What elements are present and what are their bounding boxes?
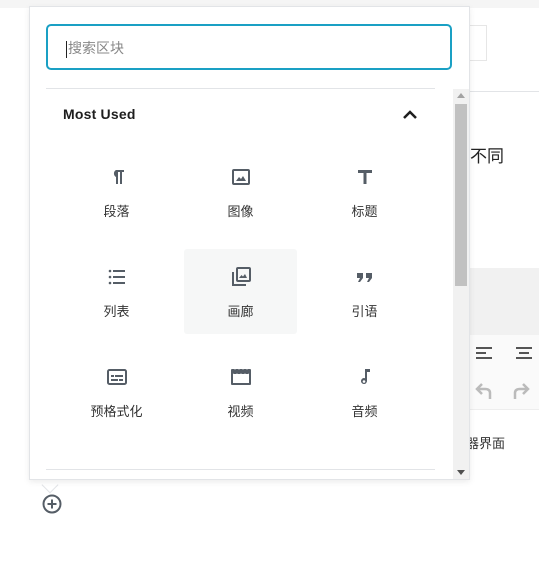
block-item-image[interactable]: 图像 [184, 149, 297, 234]
block-item-gallery[interactable]: 画廊 [184, 249, 297, 334]
block-item-label: 引语 [351, 305, 378, 320]
block-item-label: 列表 [103, 305, 130, 320]
block-item-label: 段落 [103, 205, 130, 220]
editor-text: 不同 [470, 147, 504, 167]
align-left-icon[interactable] [474, 345, 494, 363]
block-item-list[interactable]: 列表 [60, 249, 173, 334]
editor-text: 器界面 [466, 437, 506, 452]
divider [46, 88, 435, 89]
text-cursor [66, 40, 67, 58]
image-icon [232, 169, 250, 185]
quote-icon [357, 273, 372, 282]
block-item-label: 画廊 [227, 305, 254, 320]
redo-icon[interactable] [511, 381, 531, 401]
list-icon [108, 269, 125, 285]
scrollbar[interactable] [453, 89, 469, 479]
add-block-plus-icon[interactable] [41, 493, 63, 515]
block-item-paragraph[interactable]: 段落 [60, 149, 173, 234]
editor-toolbar [469, 335, 539, 410]
block-item-preformatted[interactable]: 预格式化 [60, 349, 173, 434]
block-item-label: 音频 [351, 405, 378, 420]
block-item-video[interactable]: 视频 [184, 349, 297, 434]
block-item-quote[interactable]: 引语 [308, 249, 421, 334]
block-item-label: 图像 [227, 205, 254, 220]
video-icon [231, 369, 251, 385]
block-item-label: 标题 [351, 205, 378, 220]
scrollbar-thumb[interactable] [455, 104, 467, 286]
editor-block-area [469, 268, 539, 335]
undo-icon[interactable] [474, 381, 494, 401]
section-title-most-used[interactable]: Most Used [63, 106, 136, 122]
align-center-icon[interactable] [514, 345, 534, 363]
block-inserter-popover: 搜索区块 Most Used 段落 图像 标题列表 画廊 引语预格式化 视频 音频 [29, 6, 470, 480]
divider [469, 91, 539, 92]
audio-icon [361, 369, 370, 385]
block-item-audio[interactable]: 音频 [308, 349, 421, 434]
gallery-icon [232, 267, 251, 286]
block-item-label: 视频 [227, 405, 254, 420]
search-placeholder: 搜索区块 [68, 41, 124, 57]
preformatted-icon [107, 369, 127, 385]
block-item-heading[interactable]: 标题 [308, 149, 421, 234]
scroll-up-arrow-icon[interactable] [457, 93, 465, 98]
block-item-label: 预格式化 [90, 405, 143, 420]
chevron-up-icon[interactable] [402, 107, 418, 121]
search-blocks-input[interactable]: 搜索区块 [46, 24, 452, 70]
divider [46, 469, 435, 470]
heading-icon [358, 170, 372, 184]
paragraph-icon [113, 170, 124, 184]
scroll-down-arrow-icon[interactable] [457, 470, 465, 475]
